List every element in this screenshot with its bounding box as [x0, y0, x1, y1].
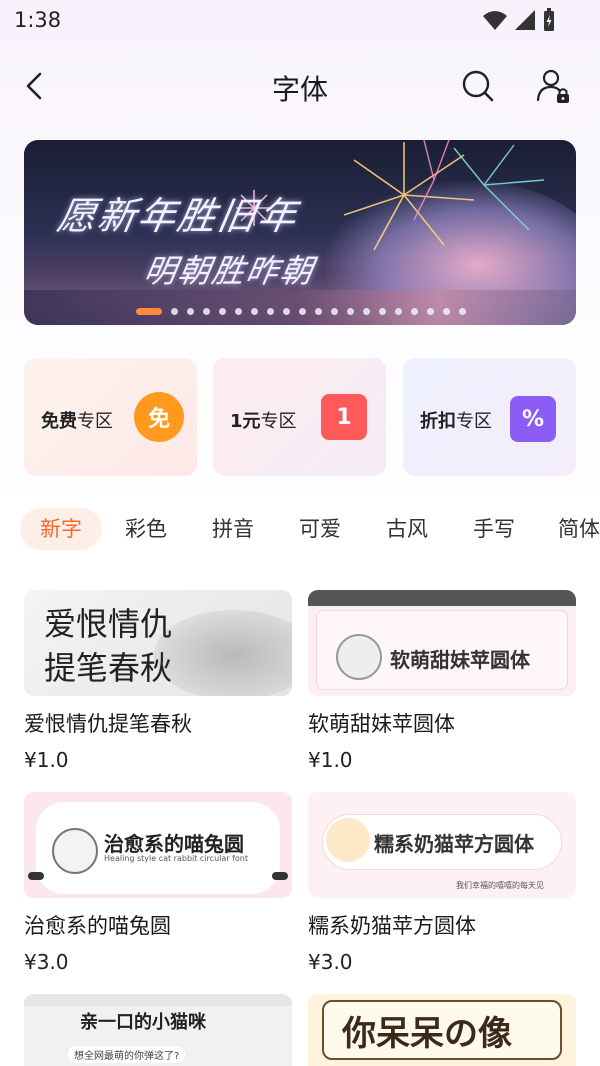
font-preview-subtext: Healing style cat rabbit circular font	[104, 854, 249, 863]
banner-line1: 愿新年胜旧年	[54, 194, 302, 238]
tab-category[interactable]: 古风	[386, 508, 428, 550]
font-price: ¥3.0	[308, 950, 353, 974]
banner-dot[interactable]	[203, 308, 210, 315]
banner-dot[interactable]	[283, 308, 290, 315]
signal-icon	[515, 10, 535, 30]
font-card[interactable]: 亲一口的小猫咪 想全网最萌的你弹这了?	[24, 994, 292, 1066]
banner-dot[interactable]	[331, 308, 338, 315]
font-preview-image: 亲一口的小猫咪 想全网最萌的你弹这了?	[24, 994, 292, 1066]
banner-dot[interactable]	[171, 308, 178, 315]
zone-free[interactable]: 免费专区 免	[24, 358, 197, 476]
tab-category[interactable]: 简体	[558, 508, 600, 550]
tab-category[interactable]: 新字	[20, 508, 102, 550]
banner-dot[interactable]	[315, 308, 322, 315]
banner-dot[interactable]	[299, 308, 306, 315]
font-preview-text: 糯系奶猫苹方圆体	[374, 832, 534, 856]
font-card[interactable]: 你呆呆の像	[308, 994, 576, 1066]
banner-dot[interactable]	[347, 308, 354, 315]
zone-discount-badge: %	[510, 396, 556, 442]
search-icon	[462, 70, 494, 102]
zone-discount[interactable]: 折扣专区 %	[403, 358, 576, 476]
status-bar: 1:38	[0, 0, 600, 42]
banner-dot[interactable]	[267, 308, 274, 315]
font-preview-image: 治愈系的喵兔圆 Healing style cat rabbit circula…	[24, 792, 292, 898]
firework-large-icon	[343, 140, 545, 251]
preview-top-bar	[24, 994, 292, 1006]
tab-category[interactable]: 拼音	[212, 508, 254, 550]
font-title: 软萌甜妹苹圆体	[308, 712, 455, 736]
zone-free-badge: 免	[134, 392, 184, 442]
banner-dot[interactable]	[251, 308, 258, 315]
zone-one-yuan-badge: 1	[321, 394, 367, 440]
banner-dot[interactable]	[459, 308, 466, 315]
user-lock-icon	[536, 69, 569, 103]
avatar	[336, 634, 382, 680]
nav-bar: 字体	[0, 56, 600, 116]
font-price: ¥1.0	[308, 748, 353, 772]
banner-dot[interactable]	[411, 308, 418, 315]
page-title: 字体	[271, 73, 328, 106]
avatar	[326, 818, 370, 862]
banner-pagination	[136, 308, 466, 315]
font-price: ¥1.0	[24, 748, 69, 772]
banner-dot[interactable]	[443, 308, 450, 315]
ink-wash-decoration	[154, 610, 292, 696]
preview-top-bar	[308, 590, 576, 606]
font-preview-image: 你呆呆の像	[308, 994, 576, 1066]
font-card[interactable]: 爱恨情仇 提笔春秋 爱恨情仇提笔春秋 ¥1.0	[24, 590, 292, 772]
font-card[interactable]: 软萌甜妹苹圆体 软萌甜妹苹圆体 ¥1.0	[308, 590, 576, 772]
zone-one-yuan-label: 1元专区	[230, 411, 297, 432]
banner-dot[interactable]	[395, 308, 402, 315]
font-preview-text: 治愈系的喵兔圆	[104, 832, 244, 856]
tab-category[interactable]: 可爱	[299, 508, 341, 550]
decoration-left	[28, 872, 44, 880]
font-price: ¥3.0	[24, 950, 69, 974]
banner-dot[interactable]	[427, 308, 434, 315]
font-card[interactable]: 糯系奶猫苹方圆体 我们幸福的嘻嘻的每天见 糯系奶猫苹方圆体 ¥3.0	[308, 792, 576, 974]
decoration-right	[272, 872, 288, 880]
font-title: 爱恨情仇提笔春秋	[24, 712, 192, 736]
font-preview-text: 软萌甜妹苹圆体	[390, 648, 530, 672]
banner-line2: 明朝胜昨朝	[140, 252, 318, 290]
banner-dot[interactable]	[219, 308, 226, 315]
font-preview-image: 软萌甜妹苹圆体	[308, 590, 576, 696]
banner-dot[interactable]	[379, 308, 386, 315]
category-tabs: 新字 彩色 拼音 可爱 古风 手写 简体	[0, 508, 600, 552]
font-preview-image: 爱恨情仇 提笔春秋	[24, 590, 292, 696]
banner-dot[interactable]	[187, 308, 194, 315]
font-preview-text: 亲一口的小猫咪	[80, 1012, 206, 1033]
status-time: 1:38	[14, 8, 62, 32]
font-preview-subtext: 想全网最萌的你弹这了?	[68, 1046, 186, 1063]
font-preview-image: 糯系奶猫苹方圆体 我们幸福的嘻嘻的每天见	[308, 792, 576, 898]
font-preview-text: 你呆呆の像	[342, 1014, 512, 1054]
avatar	[52, 828, 98, 874]
tab-category[interactable]: 彩色	[125, 508, 167, 550]
zone-free-label: 免费专区	[41, 411, 113, 432]
font-title: 治愈系的喵兔圆	[24, 914, 171, 938]
banner-dot[interactable]	[235, 308, 242, 315]
zone-discount-label: 折扣专区	[420, 411, 492, 432]
banner-dot[interactable]	[363, 308, 370, 315]
battery-icon	[544, 8, 554, 31]
tab-category[interactable]: 手写	[473, 508, 515, 550]
font-preview-subtext: 我们幸福的嘻嘻的每天见	[456, 881, 544, 890]
account-button[interactable]	[533, 66, 573, 106]
status-icons	[482, 8, 556, 32]
search-button[interactable]	[458, 66, 498, 106]
wifi-icon	[483, 11, 507, 30]
zone-one-yuan[interactable]: 1元专区 1	[213, 358, 386, 476]
font-title: 糯系奶猫苹方圆体	[308, 914, 476, 938]
banner-dot[interactable]	[136, 308, 162, 315]
banner-slogan: 愿新年胜旧年 明朝胜昨朝	[45, 185, 330, 292]
font-preview-text: 爱恨情仇 提笔春秋	[44, 605, 173, 687]
zones: 免费专区 免 1元专区 1 折扣专区 %	[24, 358, 576, 476]
promo-banner[interactable]: 愿新年胜旧年 明朝胜昨朝	[24, 140, 576, 325]
font-card[interactable]: 治愈系的喵兔圆 Healing style cat rabbit circula…	[24, 792, 292, 974]
